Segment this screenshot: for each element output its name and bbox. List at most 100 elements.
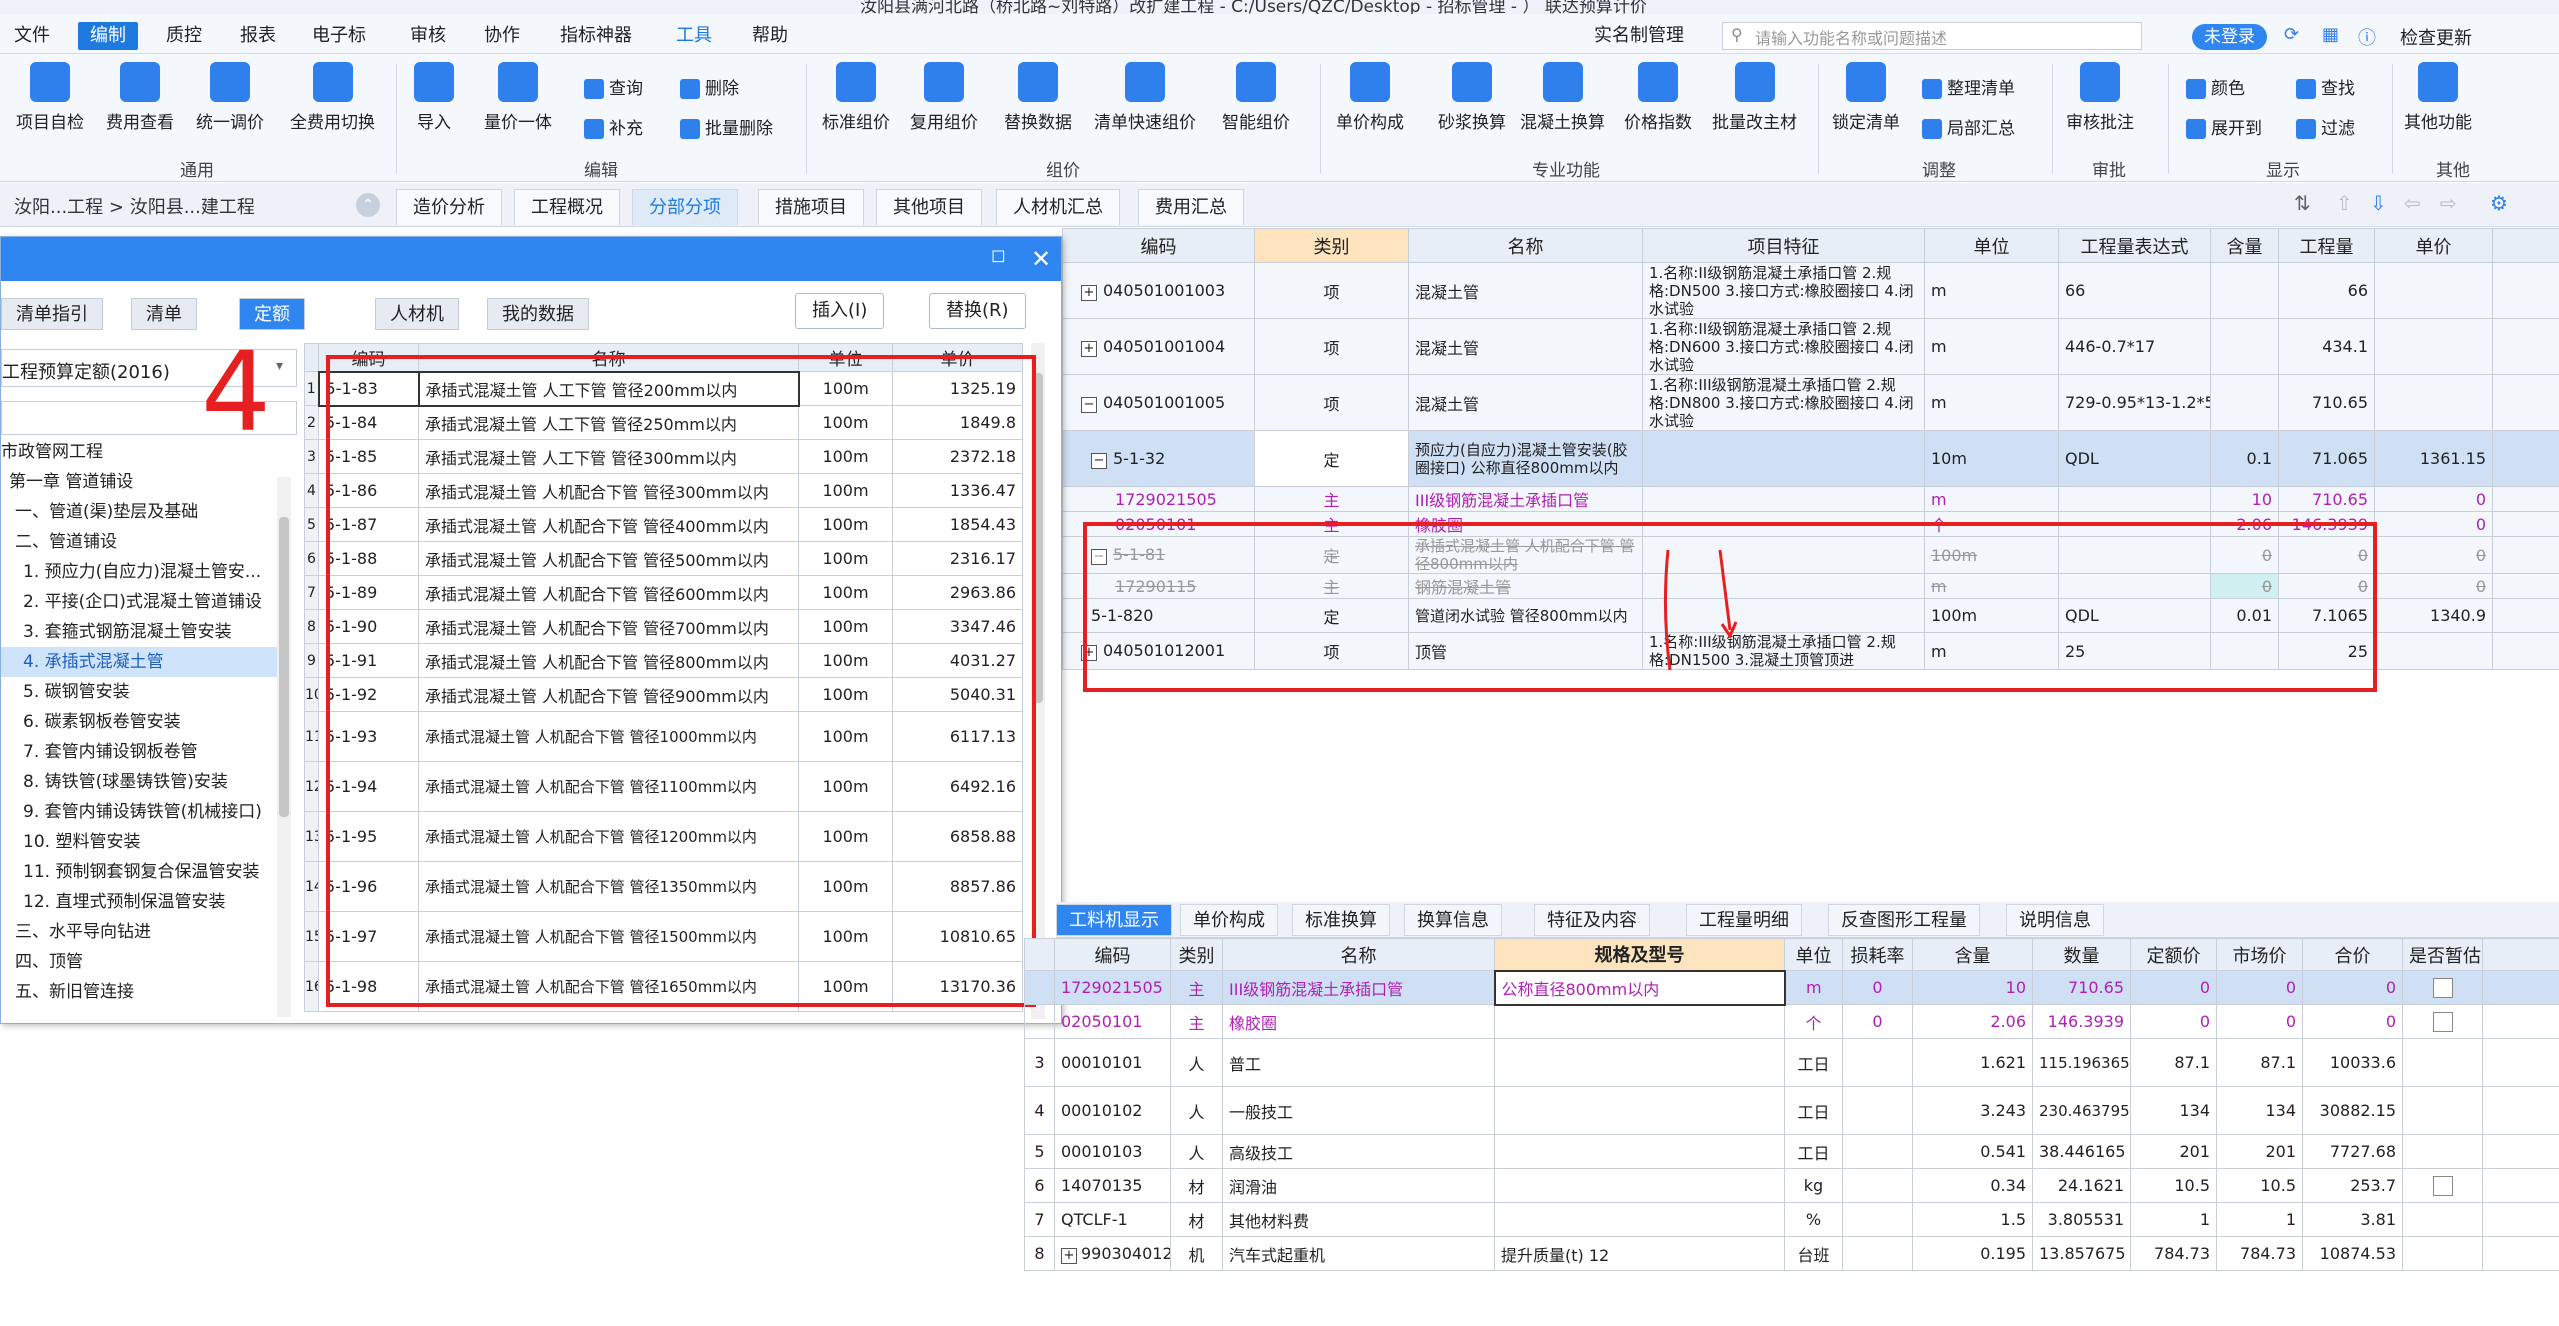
menu-file[interactable]: 文件: [2, 22, 62, 50]
sort-icon[interactable]: ⇅: [2294, 191, 2311, 215]
mcol-quota[interactable]: 定额价: [2130, 938, 2217, 971]
mcol-code[interactable]: 编码: [1054, 938, 1171, 971]
batch-delete-button[interactable]: 批量删除: [680, 114, 773, 139]
replace-data-button[interactable]: 替换数据: [1004, 62, 1072, 133]
replace-button[interactable]: 替换(R): [929, 293, 1026, 329]
concrete-button[interactable]: 混凝土换算: [1520, 62, 1605, 133]
tree-item[interactable]: 2. 平接(企口)式混凝土管道铺设: [1, 587, 277, 617]
update-button[interactable]: 检查更新: [2400, 24, 2472, 50]
reuse-price-button[interactable]: 复用组价: [910, 62, 978, 133]
dialog-tab-list[interactable]: 清单: [131, 298, 197, 330]
move-left-icon[interactable]: ⇦: [2404, 191, 2421, 215]
btab-qty-detail[interactable]: 工程量明细: [1686, 904, 1802, 936]
help-icon[interactable]: ⓘ: [2358, 24, 2376, 50]
table-row[interactable]: 1729021505 主 III级钢筋混凝土承插口管 公称直径800mm以内 m 0 10 7…: [1024, 969, 2559, 1006]
expand-toggle-icon[interactable]: −: [1081, 396, 1097, 413]
table-row[interactable]: 8 +990304012 机汽车式起重机 提升质量(t) 12 台班 0.195 13.85…: [1024, 1236, 2559, 1271]
dialog-tab-guide[interactable]: 清单指引: [1, 298, 103, 330]
provisional-checkbox[interactable]: [2432, 1175, 2453, 1196]
move-right-icon[interactable]: ⇨: [2440, 191, 2457, 215]
table-row[interactable]: 1729021505 主 III级钢筋混凝土承插口管 m 10 710.65 0: [1062, 486, 2559, 512]
table-row[interactable]: +040501001004 项混凝土管 1.名称:II级钢筋混凝土承插口管 2.规格…: [1062, 318, 2559, 375]
menu-edit[interactable]: 编制: [78, 22, 138, 50]
col-price[interactable]: 单价: [2374, 228, 2493, 263]
tree-item[interactable]: 1. 预应力(自应力)混凝土管安...: [1, 557, 277, 587]
fee-view-button[interactable]: 费用查看: [106, 62, 174, 133]
tree-item[interactable]: 10. 塑料管安装: [1, 827, 277, 857]
insert-button[interactable]: 插入(I): [795, 293, 885, 329]
tree-item[interactable]: 5. 碳钢管安装: [1, 677, 277, 707]
col-qty[interactable]: 工程量: [2278, 228, 2375, 263]
price-index-button[interactable]: 价格指数: [1624, 62, 1692, 133]
mcol-name[interactable]: 名称: [1222, 938, 1495, 971]
expand-toggle-icon[interactable]: +: [1061, 1247, 1077, 1264]
mcol-spec[interactable]: 规格及型号: [1494, 938, 1785, 971]
col-unit[interactable]: 单位: [1924, 228, 2059, 263]
btab-graphic-qty[interactable]: 反查图形工程量: [1828, 904, 1980, 936]
menu-collab[interactable]: 协作: [472, 22, 532, 50]
tree-item[interactable]: 8. 铸铁管(球墨铸铁管)安装: [1, 767, 277, 797]
expand-toggle-icon[interactable]: +: [1081, 340, 1097, 357]
realname-button[interactable]: 实名制管理: [1582, 22, 1696, 50]
tab-measures[interactable]: 措施项目: [758, 189, 864, 225]
expand-toggle-icon[interactable]: +: [1081, 284, 1097, 301]
btab-unit-price[interactable]: 单价构成: [1180, 904, 1278, 936]
full-fee-switch-button[interactable]: 全费用切换: [290, 62, 375, 133]
query-button[interactable]: 查询: [584, 74, 643, 99]
unit-price-button[interactable]: 单价构成: [1336, 62, 1404, 133]
dialog-tab-labor[interactable]: 人材机: [375, 298, 459, 330]
mcol-qty[interactable]: 数量: [2032, 938, 2131, 971]
dialog-tab-quota[interactable]: 定额: [239, 298, 305, 330]
btab-features[interactable]: 特征及内容: [1534, 904, 1650, 936]
mcol-market[interactable]: 市场价: [2216, 938, 2303, 971]
batch-material-button[interactable]: 批量改主材: [1712, 62, 1797, 133]
menu-quality[interactable]: 质控: [154, 22, 214, 50]
col-code[interactable]: 编码: [1062, 228, 1255, 263]
delete-button[interactable]: 删除: [680, 74, 739, 99]
filter-button[interactable]: 过滤: [2296, 114, 2355, 139]
tab-others[interactable]: 其他项目: [876, 189, 982, 225]
search-box[interactable]: ⚲ 请输入功能名称或问题描述: [1722, 22, 2142, 50]
supplement-button[interactable]: 补充: [584, 114, 643, 139]
breadcrumb[interactable]: 汝阳...工程 > 汝阳县...建工程: [14, 193, 255, 219]
tree-scrollbar[interactable]: [277, 477, 291, 1017]
smart-price-button[interactable]: 智能组价: [1222, 62, 1290, 133]
expand-toggle-icon[interactable]: −: [1091, 452, 1107, 469]
tree-item[interactable]: 第一章 管道铺设: [1, 467, 277, 497]
tree-item[interactable]: 三、水平导向钻进: [1, 917, 277, 947]
menu-report[interactable]: 报表: [228, 22, 288, 50]
table-row[interactable]: 7 QTCLF-1 材其他材料费% 1.5 3.805531 1 1 3.81: [1024, 1202, 2559, 1237]
move-up-icon[interactable]: ⇧: [2336, 191, 2353, 215]
menu-help[interactable]: 帮助: [740, 22, 800, 50]
grid-icon[interactable]: ▦: [2322, 24, 2339, 45]
table-row[interactable]: 3 00010101 人普工 工日 1.621 115.196365 87.1 87.1 100…: [1024, 1038, 2559, 1087]
col-expr[interactable]: 工程量表达式: [2058, 228, 2211, 263]
tree-item[interactable]: 7. 套管内铺设钢板卷管: [1, 737, 277, 767]
table-row[interactable]: 5 00010103 人高级技工 工日 0.541 38.446165 201 201 7727…: [1024, 1134, 2559, 1169]
import-button[interactable]: 导入: [414, 62, 454, 133]
expand-to-button[interactable]: 展开到: [2186, 114, 2262, 139]
mcol-type[interactable]: 类别: [1170, 938, 1223, 971]
tree-item[interactable]: 五、新旧管连接: [1, 977, 277, 1007]
tab-labor-material[interactable]: 人材机汇总: [996, 189, 1120, 225]
find-button[interactable]: 查找: [2296, 74, 2355, 99]
btab-convert-info[interactable]: 换算信息: [1404, 904, 1502, 936]
tab-overview[interactable]: 工程概况: [514, 189, 620, 225]
qty-price-button[interactable]: 量价一体: [484, 62, 552, 133]
maximize-icon[interactable]: ◻: [991, 245, 1006, 266]
menu-index[interactable]: 指标神器: [548, 22, 644, 50]
mcol-total[interactable]: 合价: [2302, 938, 2403, 971]
tree-item[interactable]: 11. 预制钢套钢复合保温管安装: [1, 857, 277, 887]
tab-fee-summary[interactable]: 费用汇总: [1138, 189, 1244, 225]
tab-cost-analysis[interactable]: 造价分析: [396, 189, 502, 225]
provisional-checkbox[interactable]: [2432, 977, 2453, 998]
local-summary-button[interactable]: 局部汇总: [1922, 114, 2015, 139]
tree-item[interactable]: 二、管道铺设: [1, 527, 277, 557]
mcol-unit[interactable]: 单位: [1784, 938, 1843, 971]
btab-materials[interactable]: 工料机显示: [1056, 904, 1172, 936]
other-functions-button[interactable]: 其他功能: [2404, 62, 2472, 133]
table-row[interactable]: 4 00010102 人一般技工 工日 3.243 230.463795 134 134 308…: [1024, 1086, 2559, 1135]
move-down-icon[interactable]: ⇩: [2370, 191, 2387, 215]
col-type[interactable]: 类别: [1254, 228, 1409, 263]
table-row[interactable]: 6 14070135 材润滑油 kg 0.34 24.1621 10.5 10.5 253.7: [1024, 1168, 2559, 1203]
